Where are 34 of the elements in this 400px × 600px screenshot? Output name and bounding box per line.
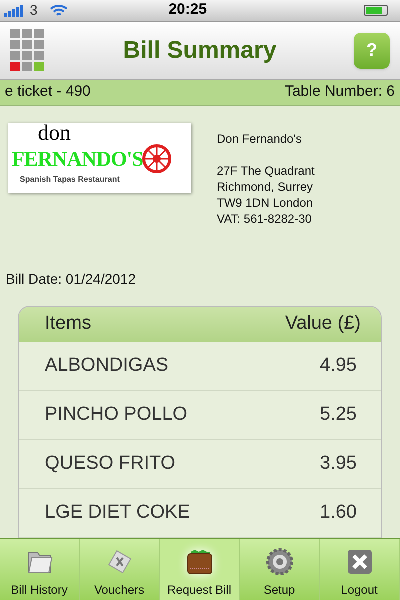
page-title: Bill Summary [122, 36, 278, 66]
address-line: VAT: 561-8282-30 [217, 211, 313, 227]
signal-icon [4, 4, 26, 16]
item-value: 1.60 [320, 500, 357, 525]
address-line: TW9 1DN London [217, 195, 314, 211]
logo-top-text: don [38, 123, 72, 143]
bill-date: Bill Date: 01/24/2012 [6, 270, 137, 289]
address-line: Richmond, Surrey [217, 179, 314, 195]
column-header: Items [45, 312, 92, 336]
tab-item[interactable]: Bill History [0, 539, 80, 600]
wheel-icon [141, 143, 174, 175]
battery-icon [364, 5, 388, 16]
address-line: 27F The Quadrant [217, 163, 315, 179]
carrier-label: 3 [30, 1, 38, 20]
item-name: QUESO FRITO [45, 452, 176, 476]
item-name: PINCHO POLLO [45, 403, 188, 428]
gear-icon [264, 547, 294, 577]
item-name: LGE DIET COKE [45, 500, 190, 525]
tab-item[interactable]: Request Bill [160, 539, 240, 600]
tab-item[interactable]: Setup [240, 539, 320, 600]
table-number: Table Number: 6 [284, 82, 395, 102]
logo-name-text: FERNANDO'S [12, 146, 144, 172]
grid-menu-icon[interactable] [10, 28, 46, 72]
item-value: 4.95 [320, 354, 357, 378]
item-value: 5.25 [320, 403, 357, 428]
ticket-number: e ticket - 490 [5, 82, 91, 102]
logo-tagline: Spanish Tapas Restaurant [20, 175, 121, 185]
restaurant-name: Don Fernando's [217, 131, 304, 147]
clock: 20:25 [168, 0, 208, 20]
item-value: 3.95 [320, 452, 357, 476]
wifi-icon [50, 4, 68, 18]
column-header: Value (£) [285, 312, 361, 336]
tab-item[interactable]: Logout [320, 539, 400, 600]
item-name: ALBONDIGAS [45, 354, 169, 378]
